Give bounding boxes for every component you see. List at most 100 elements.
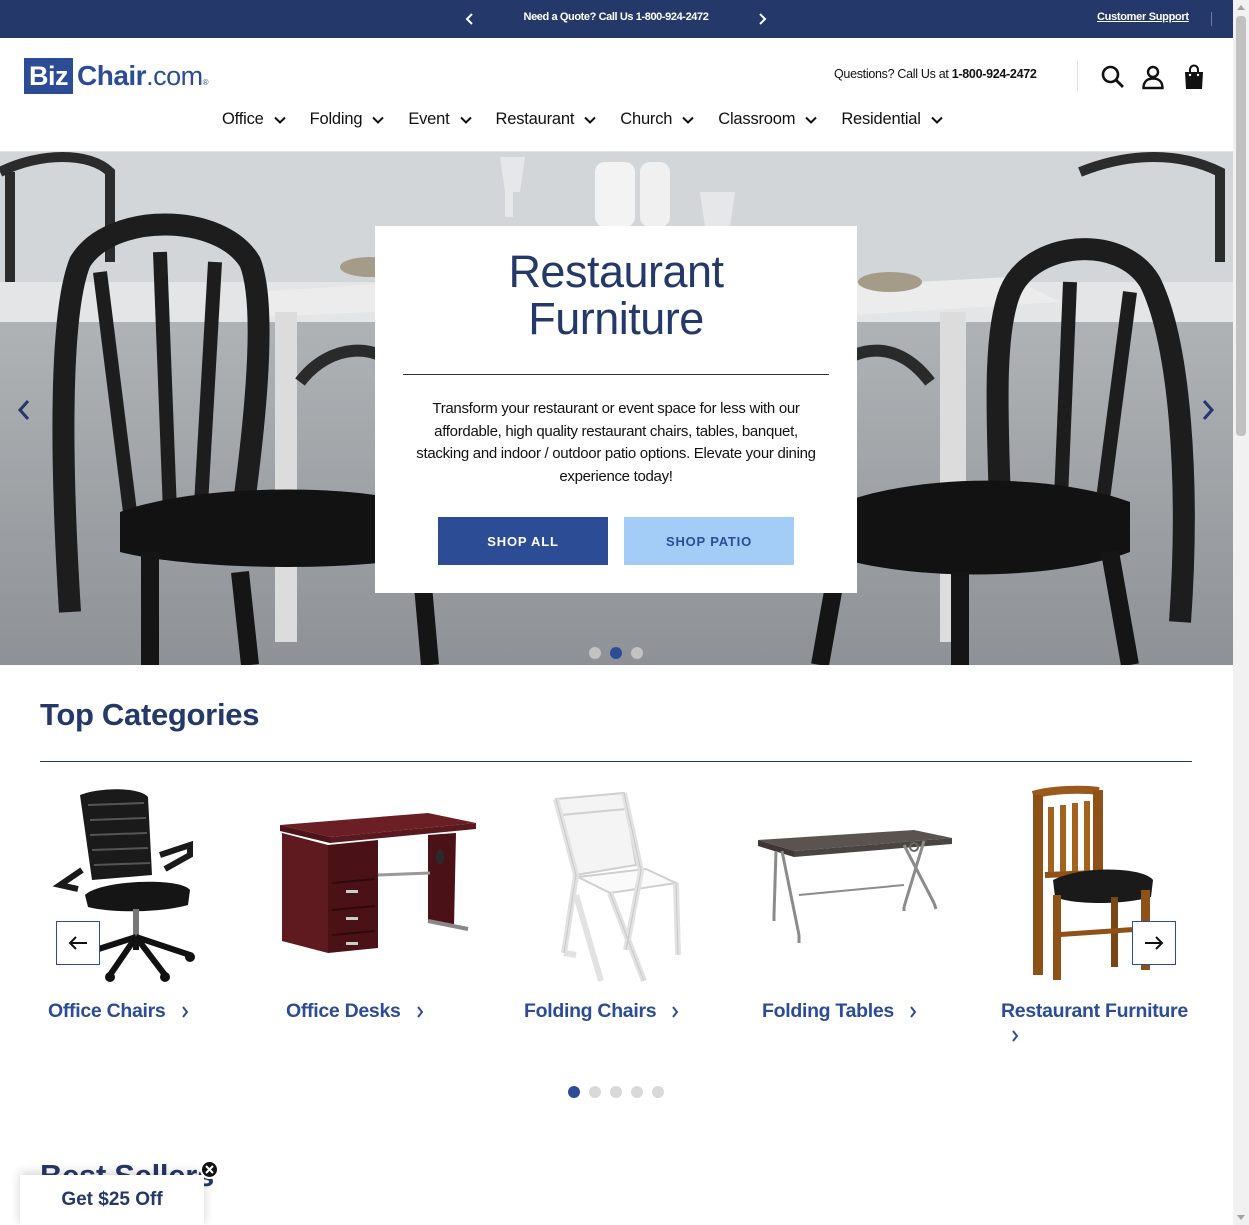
cart-icon [1185,64,1203,89]
chevron-right-icon [759,13,767,25]
category-label[interactable]: Office Desks [286,999,486,1023]
site-header: Biz Chair .com ® Questions? Call Us at 1… [0,38,1233,152]
chevron-right-icon [1202,400,1215,420]
hero-title: Restaurant Furniture [375,248,857,342]
chevron-down-icon [584,116,596,124]
customer-support-link[interactable]: Customer Support [1097,11,1189,23]
categories-page-indicators [568,1086,673,1098]
office-desk-illustration [280,813,476,953]
arrow-right-icon [1145,936,1164,950]
account-icon [1142,65,1164,90]
nav-item-office[interactable]: Office [222,110,286,129]
promo-prev-button[interactable] [459,8,481,30]
page-scrollbar[interactable] [1233,0,1249,1225]
hero-promo-card: Restaurant Furniture Transform your rest… [375,226,857,593]
discount-offer-tab[interactable]: Get $25 Off [20,1175,204,1225]
nav-item-label: Residential [841,110,921,128]
nav-item-event[interactable]: Event [408,110,472,129]
hero-carousel: Restaurant Furniture Transform your rest… [0,152,1233,665]
account-button[interactable] [1140,64,1166,90]
scroll-down-arrow[interactable] [1237,1215,1245,1220]
category-label[interactable]: Office Chairs [48,999,248,1023]
nav-item-label: Restaurant [495,110,575,128]
hero-slide-dot-2[interactable] [610,647,622,659]
scrollbar-thumb[interactable] [1236,16,1246,436]
categories-page-dot-4[interactable] [631,1086,643,1098]
folding-chair-illustration [553,791,681,983]
questions-text: Questions? Call Us at [834,67,952,81]
chevron-right-icon [672,1006,679,1018]
logo-chair: Chair [77,60,147,91]
hero-divider [403,374,829,375]
header-phone-number[interactable]: 1-800-924-2472 [952,67,1037,81]
promo-next-button[interactable] [751,8,773,30]
category-label-text: Folding Chairs [524,1000,657,1022]
promo-message: Need a Quote? Call Us 1-800-924-2472 [523,11,709,23]
nav-item-folding[interactable]: Folding [310,110,385,129]
category-label-text: Folding Tables [762,1000,894,1022]
chevron-down-icon [372,116,385,124]
categories-page-dot-1[interactable] [568,1086,580,1098]
nav-item-residential[interactable]: Residential [841,110,943,129]
categories-page-dot-3[interactable] [610,1086,622,1098]
nav-item-label: Church [620,110,673,128]
nav-item-label: Event [408,110,450,128]
categories-next-button[interactable] [1132,921,1176,965]
scroll-up-arrow[interactable] [1237,5,1245,10]
cart-button[interactable] [1181,64,1207,90]
hero-slide-dot-1[interactable] [589,647,601,659]
hero-slide-dot-3[interactable] [631,647,643,659]
folding-table-illustration [758,830,952,943]
top-categories-title: Top Categories [40,697,260,732]
categories-prev-button[interactable] [56,921,100,965]
shop-patio-button[interactable]: SHOP PATIO [624,517,794,565]
chevron-right-icon [416,1006,423,1018]
main-nav: Office Folding Event Restaurant Church C… [222,110,967,129]
hero-prev-button[interactable] [10,396,38,424]
folding-chairs-image [516,785,726,985]
nav-item-label: Folding [309,110,363,128]
chevron-right-icon [910,1006,917,1018]
category-label[interactable]: Restaurant Furniture [1001,999,1201,1047]
chevron-right-icon [1012,1030,1019,1042]
bizchair-logo[interactable]: Biz Chair .com ® [24,58,209,94]
hero-next-button[interactable] [1194,396,1222,424]
category-label-text: Office Chairs [48,1000,166,1022]
category-label[interactable]: Folding Chairs [524,999,724,1023]
category-label-text: Restaurant Furniture [1001,1000,1188,1022]
page: Need a Quote? Call Us 1-800-924-2472 Cus… [0,0,1249,1225]
chevron-down-icon [805,116,818,124]
category-label-text: Office Desks [286,1000,401,1022]
logo-dotcom: .com [146,61,203,91]
logo-registered-mark: ® [202,78,209,87]
folding-tables-image [754,785,964,985]
questions-phone: Questions? Call Us at 1-800-924-2472 [834,67,1037,81]
shop-all-button[interactable]: SHOP ALL [438,517,608,565]
hero-title-line2: Furniture [528,293,704,344]
offer-close-button[interactable] [200,1160,219,1179]
chevron-down-icon [931,116,943,124]
hero-slide-indicators [589,647,652,659]
promo-divider [1211,12,1212,26]
nav-item-church[interactable]: Church [620,110,694,129]
search-icon [1101,65,1124,88]
office-desks-image [278,785,488,985]
chevron-right-icon [181,1006,188,1018]
arrow-left-icon [68,936,87,950]
category-label[interactable]: Folding Tables [762,999,962,1023]
categories-page-dot-5[interactable] [652,1086,664,1098]
categories-page-dot-2[interactable] [589,1086,601,1098]
chevron-down-icon [273,116,286,124]
nav-item-restaurant[interactable]: Restaurant [496,110,597,129]
top-categories-divider [40,761,1192,762]
chevron-down-icon [682,116,694,124]
promo-bar: Need a Quote? Call Us 1-800-924-2472 Cus… [0,0,1233,38]
logo-biz: Biz [24,58,73,94]
chevron-left-icon [17,400,30,420]
header-divider [1077,61,1078,91]
hero-title-line1: Restaurant [508,246,724,297]
nav-item-label: Classroom [718,110,796,128]
search-button[interactable] [1100,64,1126,90]
close-icon [205,1165,214,1174]
nav-item-classroom[interactable]: Classroom [718,110,818,129]
